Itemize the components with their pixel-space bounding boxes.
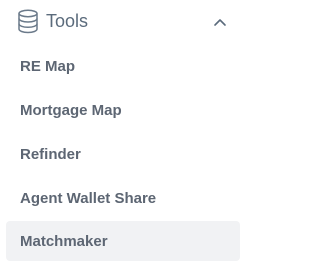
menu-item-label: RE Map xyxy=(20,57,76,75)
section-title: Tools xyxy=(46,11,89,31)
menu-item-re-map[interactable]: RE Map xyxy=(6,46,240,86)
menu-item-label: Mortgage Map xyxy=(20,101,122,119)
menu-item-agent-wallet-share[interactable]: Agent Wallet Share xyxy=(6,178,240,218)
menu-item-label: Refinder xyxy=(20,145,81,163)
chevron-up-icon[interactable] xyxy=(212,16,228,28)
tools-menu: Tools RE Map Mortgage Map Refinder Agent… xyxy=(0,0,248,261)
menu-item-refinder[interactable]: Refinder xyxy=(6,134,240,174)
menu-item-label: Matchmaker xyxy=(20,232,108,250)
menu-item-matchmaker[interactable]: Matchmaker xyxy=(6,221,240,261)
tools-section-header[interactable]: Tools xyxy=(0,0,248,42)
menu-item-label: Agent Wallet Share xyxy=(20,189,157,207)
database-icon xyxy=(18,9,38,34)
menu-item-mortgage-map[interactable]: Mortgage Map xyxy=(6,90,240,130)
